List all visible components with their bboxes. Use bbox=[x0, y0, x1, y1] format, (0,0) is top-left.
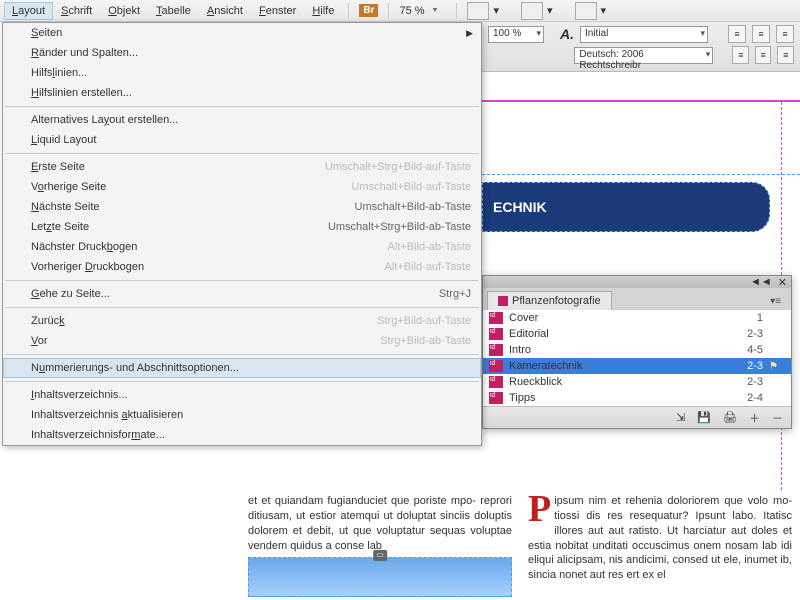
menu-separator bbox=[5, 280, 479, 281]
book-item[interactable]: Tipps2-4 bbox=[483, 390, 791, 406]
menu-item[interactable]: Hilfslinien erstellen... bbox=[3, 83, 481, 103]
layout-menu-dropdown: Seiten▶Ränder und Spalten...Hilfslinien.… bbox=[2, 22, 482, 446]
view-options-button[interactable]: ▾ bbox=[463, 0, 503, 22]
book-item[interactable]: Intro4-5 bbox=[483, 342, 791, 358]
menu-separator bbox=[5, 307, 479, 308]
menu-tabelle[interactable]: Tabelle bbox=[148, 2, 199, 20]
justify-right-button[interactable]: ≡ bbox=[777, 46, 794, 64]
image-frame[interactable]: ▭ bbox=[248, 557, 512, 597]
menu-hilfe[interactable]: Hilfe bbox=[304, 2, 342, 20]
indesign-doc-icon bbox=[489, 312, 503, 324]
menu-item: Nächster DruckbogenAlt+Bild-ab-Taste bbox=[3, 237, 481, 257]
align-right-button[interactable]: ≡ bbox=[776, 25, 794, 43]
book-item[interactable]: Rueckblick2-3 bbox=[483, 374, 791, 390]
book-item[interactable]: Cover1 bbox=[483, 310, 791, 326]
menu-item: Erste SeiteUmschalt+Strg+Bild-auf-Taste bbox=[3, 157, 481, 177]
collapse-icon[interactable]: ◄◄ bbox=[750, 276, 772, 288]
indesign-doc-icon bbox=[489, 328, 503, 340]
dropcap: P bbox=[528, 494, 551, 524]
tab-book[interactable]: Pflanzenfotografie bbox=[487, 291, 612, 310]
justify-center-button[interactable]: ≡ bbox=[755, 46, 772, 64]
menu-separator bbox=[5, 381, 479, 382]
menu-separator bbox=[5, 106, 479, 107]
control-panel: 100 % A. Initial ≡ ≡ ≡ Deutsch: 2006 Rec… bbox=[482, 22, 800, 72]
print-icon[interactable]: 🖨 bbox=[723, 411, 737, 424]
align-center-button[interactable]: ≡ bbox=[752, 25, 770, 43]
guide-horizontal bbox=[482, 174, 800, 175]
zoom-dropdown[interactable]: 75 % bbox=[395, 3, 450, 19]
text-column[interactable]: et et quiandam fugianduciet que poriste … bbox=[240, 490, 520, 600]
book-icon bbox=[498, 296, 508, 306]
separator bbox=[348, 3, 349, 19]
close-icon[interactable]: ✕ bbox=[778, 276, 787, 289]
menu-objekt[interactable]: Objekt bbox=[100, 2, 148, 20]
panel-header[interactable]: ◄◄ ✕ bbox=[483, 276, 791, 288]
indesign-doc-icon bbox=[489, 376, 503, 388]
indesign-doc-icon bbox=[489, 344, 503, 356]
charstyle-icon: A. bbox=[560, 26, 574, 42]
panel-tabs: Pflanzenfotografie ▾≡ bbox=[483, 288, 791, 310]
remove-icon[interactable]: － bbox=[772, 410, 783, 426]
menubar: LayoutSchriftObjektTabelleAnsichtFenster… bbox=[0, 0, 800, 22]
menu-item: ZurückStrg+Bild-auf-Taste bbox=[3, 311, 481, 331]
charstyle-dropdown[interactable]: Initial bbox=[580, 26, 708, 43]
menu-separator bbox=[5, 153, 479, 154]
indesign-doc-icon bbox=[489, 360, 503, 372]
zoom-field[interactable]: 100 % bbox=[488, 26, 544, 43]
menu-ansicht[interactable]: Ansicht bbox=[199, 2, 251, 20]
arrange-icon bbox=[575, 2, 597, 20]
justify-left-button[interactable]: ≡ bbox=[732, 46, 749, 64]
indesign-doc-icon bbox=[489, 392, 503, 404]
menu-schrift[interactable]: Schrift bbox=[53, 2, 100, 20]
menu-item: Inhaltsverzeichnis aktualisieren bbox=[3, 405, 481, 425]
screen-icon bbox=[521, 2, 543, 20]
view-icon bbox=[467, 2, 489, 20]
separator bbox=[456, 3, 457, 19]
menu-item[interactable]: Nächste SeiteUmschalt+Bild-ab-Taste bbox=[3, 197, 481, 217]
menu-item[interactable]: Alternatives Layout erstellen... bbox=[3, 110, 481, 130]
menu-item[interactable]: Letzte SeiteUmschalt+Strg+Bild-ab-Taste bbox=[3, 217, 481, 237]
body-text-area: et et quiandam fugianduciet que poriste … bbox=[0, 490, 800, 600]
menu-item: VorStrg+Bild-ab-Taste bbox=[3, 331, 481, 351]
screen-mode-button[interactable]: ▾ bbox=[517, 0, 557, 22]
frame-tag-icon: ▭ bbox=[373, 550, 387, 561]
menu-item: Vorheriger DruckbogenAlt+Bild-auf-Taste bbox=[3, 257, 481, 277]
heading-frame[interactable]: ECHNIK bbox=[482, 182, 770, 232]
menu-separator bbox=[5, 354, 479, 355]
book-panel: ◄◄ ✕ Pflanzenfotografie ▾≡ Cover1Editori… bbox=[482, 275, 792, 429]
arrange-button[interactable]: ▾ bbox=[571, 0, 611, 22]
menu-item: Vorherige SeiteUmschalt+Bild-auf-Taste bbox=[3, 177, 481, 197]
book-list: Cover1Editorial2-3Intro4-5Kameratechnik2… bbox=[483, 310, 791, 406]
align-left-button[interactable]: ≡ bbox=[728, 25, 746, 43]
text-column[interactable]: P ipsum nim et rehenia doloriorem que vo… bbox=[520, 490, 800, 600]
menu-item[interactable]: Nummerierungs- und Abschnittsoptionen... bbox=[3, 358, 481, 378]
panel-footer: ⇲ 💾 🖨 ＋ － bbox=[483, 406, 791, 428]
menu-item[interactable]: Hilfslinien... bbox=[3, 63, 481, 83]
menu-item[interactable]: Inhaltsverzeichnis... bbox=[3, 385, 481, 405]
book-item[interactable]: Kameratechnik2-3⚑ bbox=[483, 358, 791, 374]
menu-layout[interactable]: Layout bbox=[4, 2, 53, 20]
panel-menu-icon[interactable]: ▾≡ bbox=[764, 293, 787, 310]
add-icon[interactable]: ＋ bbox=[749, 410, 760, 426]
save-icon[interactable]: 💾 bbox=[697, 411, 711, 424]
menu-item[interactable]: Gehe zu Seite...Strg+J bbox=[3, 284, 481, 304]
sync-icon[interactable]: ⇲ bbox=[676, 411, 685, 424]
menu-item[interactable]: Ränder und Spalten... bbox=[3, 43, 481, 63]
guide-horizontal bbox=[482, 100, 800, 102]
separator bbox=[388, 3, 389, 19]
menu-item[interactable]: Inhaltsverzeichnisformate... bbox=[3, 425, 481, 445]
bridge-button[interactable]: Br bbox=[355, 2, 382, 19]
book-item[interactable]: Editorial2-3 bbox=[483, 326, 791, 342]
menu-fenster[interactable]: Fenster bbox=[251, 2, 304, 20]
menu-item[interactable]: Liquid Layout bbox=[3, 130, 481, 150]
language-dropdown[interactable]: Deutsch: 2006 Rechtschreibr bbox=[574, 47, 713, 64]
menu-item[interactable]: Seiten▶ bbox=[3, 23, 481, 43]
